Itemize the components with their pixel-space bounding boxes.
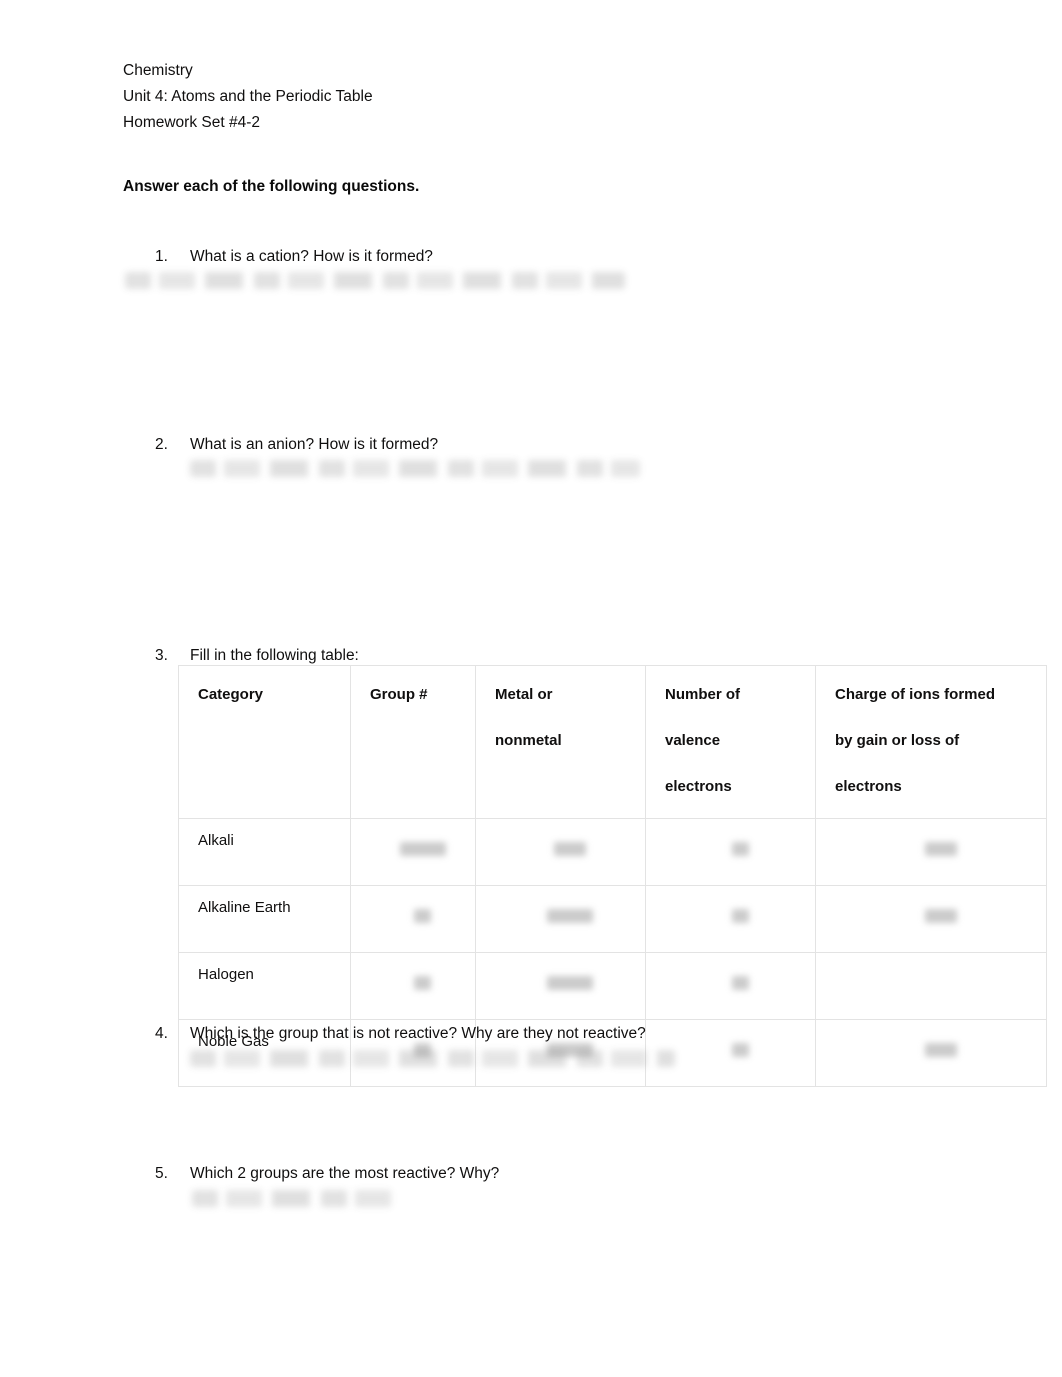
redacted-entry [731,1043,749,1057]
question-1: 1. What is a cation? How is it formed? [123,248,433,266]
cell-charge-alkali[interactable] [815,818,1047,886]
header-cell-valence-electrons: Number of valence electrons [645,665,816,819]
cell-metal-alkaline-earth[interactable] [475,885,646,953]
question-1-text: What is a cation? How is it formed? [190,248,433,265]
question-3-number: 3. [155,647,168,664]
redacted-entry [547,976,593,990]
redacted-entry [547,909,593,923]
unit-title: Unit 4: Atoms and the Periodic Table [123,88,373,105]
cell-category-alkali: Alkali [178,818,351,886]
redacted-entry [731,976,749,990]
course-name: Chemistry [123,62,193,79]
header-valence-line3: electrons [665,778,732,795]
header-charge-line3: electrons [835,778,902,795]
table-header-row: Category Group # Metal or nonmetal Numbe… [178,665,1047,819]
cell-group-alkali[interactable] [350,818,476,886]
redacted-entry [414,976,431,990]
question-5-number: 5. [155,1165,168,1182]
table-row: Alkali [178,818,1047,886]
redacted-entry [731,842,749,856]
redacted-entry [924,909,957,923]
cell-charge-noble-gas[interactable] [815,1019,1047,1087]
instruction-heading: Answer each of the following questions. [123,178,420,195]
redacted-entry [731,909,749,923]
cell-valence-alkaline-earth[interactable] [645,885,816,953]
question-3-text: Fill in the following table: [190,647,359,664]
redacted-entry [414,909,431,923]
table-row: Alkaline Earth [178,885,1047,953]
question-2-text: What is an anion? How is it formed? [190,436,439,453]
question-4-text: Which is the group that is not reactive?… [190,1025,646,1042]
document-header: Chemistry Unit 4: Atoms and the Periodic… [123,58,373,136]
cell-metal-alkali[interactable] [475,818,646,886]
header-group-line1: Group # [370,686,428,703]
redacted-entry [554,842,586,856]
redacted-entry [924,842,957,856]
question-4-number: 4. [155,1025,168,1042]
cell-charge-alkaline-earth[interactable] [815,885,1047,953]
cell-category-alkaline-earth: Alkaline Earth [178,885,351,953]
cell-metal-halogen[interactable] [475,952,646,1020]
cell-group-halogen[interactable] [350,952,476,1020]
worksheet-page: Chemistry Unit 4: Atoms and the Periodic… [0,0,1062,1377]
table-body: Alkali Alkaline Earth Halogen Noble Gas [178,818,1047,1087]
redacted-entry [835,976,1046,990]
question-3: 3. Fill in the following table: [123,647,359,665]
cell-valence-halogen[interactable] [645,952,816,1020]
periodic-groups-table: Category Group # Metal or nonmetal Numbe… [178,665,1047,1087]
redacted-entry [924,1043,957,1057]
header-charge-line2: by gain or loss of [835,732,960,749]
question-5-text: Which 2 groups are the most reactive? Wh… [190,1165,500,1182]
answer-2-redacted [190,460,640,477]
table-header-row-group: Category Group # Metal or nonmetal Numbe… [178,665,1047,819]
header-cell-category: Category [178,665,351,819]
question-2-number: 2. [155,436,168,453]
cell-charge-halogen[interactable] [815,952,1047,1020]
header-valence-line1: Number of [665,686,740,703]
cell-group-alkaline-earth[interactable] [350,885,476,953]
header-metal-line1: Metal or [495,686,553,703]
header-category-line1: Category [198,686,264,703]
header-valence-line2: valence [665,732,721,749]
question-2: 2. What is an anion? How is it formed? [123,436,438,454]
cell-valence-alkali[interactable] [645,818,816,886]
redacted-entry [399,842,446,856]
header-charge-line1: Charge of ions formed [835,686,996,703]
answer-4-redacted [190,1050,675,1067]
question-1-number: 1. [155,248,168,265]
assignment-title: Homework Set #4-2 [123,114,260,131]
header-metal-line2: nonmetal [495,732,562,749]
header-cell-charge-of-ions: Charge of ions formed by gain or loss of… [815,665,1047,819]
answer-5-redacted [192,1190,395,1207]
question-5: 5. Which 2 groups are the most reactive? … [123,1165,499,1183]
question-4: 4. Which is the group that is not reactiv… [123,1025,646,1043]
header-cell-group: Group # [350,665,476,819]
table-row: Halogen [178,952,1047,1020]
answer-1-redacted [125,272,625,289]
header-cell-metal-or-nonmetal: Metal or nonmetal [475,665,646,819]
cell-category-halogen: Halogen [178,952,351,1020]
